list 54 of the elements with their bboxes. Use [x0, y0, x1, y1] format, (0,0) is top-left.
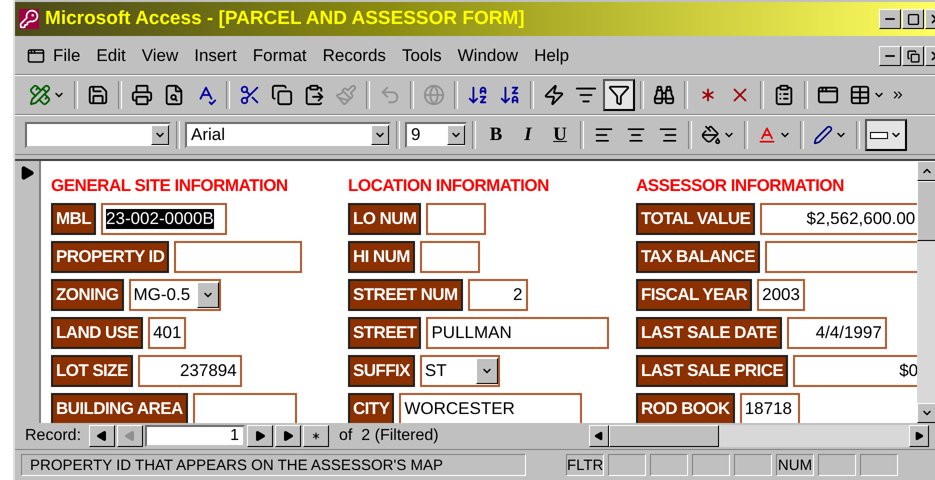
input-field[interactable]: 23-002-0000B — [101, 203, 228, 235]
record-number-field[interactable]: 1 — [145, 425, 246, 447]
input-field[interactable]: 2 — [468, 279, 528, 311]
input-field[interactable]: $2,562,600.00 — [760, 203, 917, 235]
menu-item[interactable]: Tools — [394, 46, 450, 66]
field-label: ZONING — [51, 279, 124, 311]
menu-item[interactable]: Edit — [88, 46, 134, 66]
font-dropdown[interactable]: Arial — [185, 122, 391, 148]
dropdown-field[interactable]: MG-0.5 — [128, 279, 221, 311]
menu-item[interactable]: File — [45, 46, 88, 66]
field-label: STREET NUM — [348, 279, 463, 311]
field-label: BUILDING AREA — [51, 393, 188, 423]
field-label: PROPERTY ID — [51, 241, 170, 273]
dropdown-field[interactable]: ST — [420, 355, 500, 387]
status-indicator: NUM — [776, 454, 814, 476]
input-field[interactable]: WORCESTER — [399, 393, 582, 423]
input-field[interactable]: 18718 — [740, 393, 800, 423]
menu-item[interactable]: Insert — [186, 46, 245, 66]
font-size-dropdown[interactable]: 9 — [405, 122, 467, 148]
menu-item[interactable]: Records — [314, 46, 394, 66]
input-field[interactable]: 2003 — [757, 279, 806, 311]
field-label: LAST SALE PRICE — [636, 355, 788, 387]
input-field[interactable]: 401 — [148, 317, 186, 349]
field-label: TOTAL VALUE — [636, 203, 756, 235]
status-indicator: FLTR — [566, 454, 604, 476]
input-field[interactable]: PULLMAN — [426, 317, 610, 349]
field-label: HI NUM — [348, 241, 415, 273]
field-label: MBL — [51, 203, 96, 235]
field-label: LO NUM — [348, 203, 422, 235]
input-field[interactable]: 4/4/1997 — [786, 317, 887, 349]
record-count: of 2 (Filtered) — [339, 427, 439, 445]
field-label: SUFFIX — [348, 355, 415, 387]
field-label: TAX BALANCE — [636, 241, 760, 273]
menu-item[interactable]: Format — [244, 46, 315, 66]
menu-item[interactable]: Window — [450, 46, 526, 66]
underline-button[interactable]: U — [545, 120, 575, 150]
input-field[interactable]: 237894 — [138, 355, 242, 387]
status-message: PROPERTY ID THAT APPEARS ON THE ASSESSOR'S MAP — [21, 454, 526, 476]
field-label: LAST SALE DATE — [636, 317, 782, 349]
menu-item[interactable]: Help — [526, 46, 578, 66]
section-heading: GENERAL SITE INFORMATION — [51, 175, 289, 197]
italic-button[interactable]: I — [513, 120, 543, 150]
field-label: LAND USE — [51, 317, 144, 349]
section-heading: LOCATION INFORMATION — [348, 175, 550, 197]
bold-button[interactable]: B — [481, 120, 511, 150]
field-label: CITY — [348, 393, 394, 423]
field-label: FISCAL YEAR — [636, 279, 752, 311]
field-label: ROD BOOK — [636, 393, 735, 423]
window-title: Microsoft Access - [PARCEL AND ASSESSOR FORM] — [45, 8, 526, 30]
field-label: STREET — [348, 317, 422, 349]
record-label: Record: — [25, 427, 82, 445]
section-heading: ASSESSOR INFORMATION — [636, 175, 845, 197]
menu-item[interactable]: View — [134, 46, 186, 66]
field-label: LOT SIZE — [51, 355, 133, 387]
